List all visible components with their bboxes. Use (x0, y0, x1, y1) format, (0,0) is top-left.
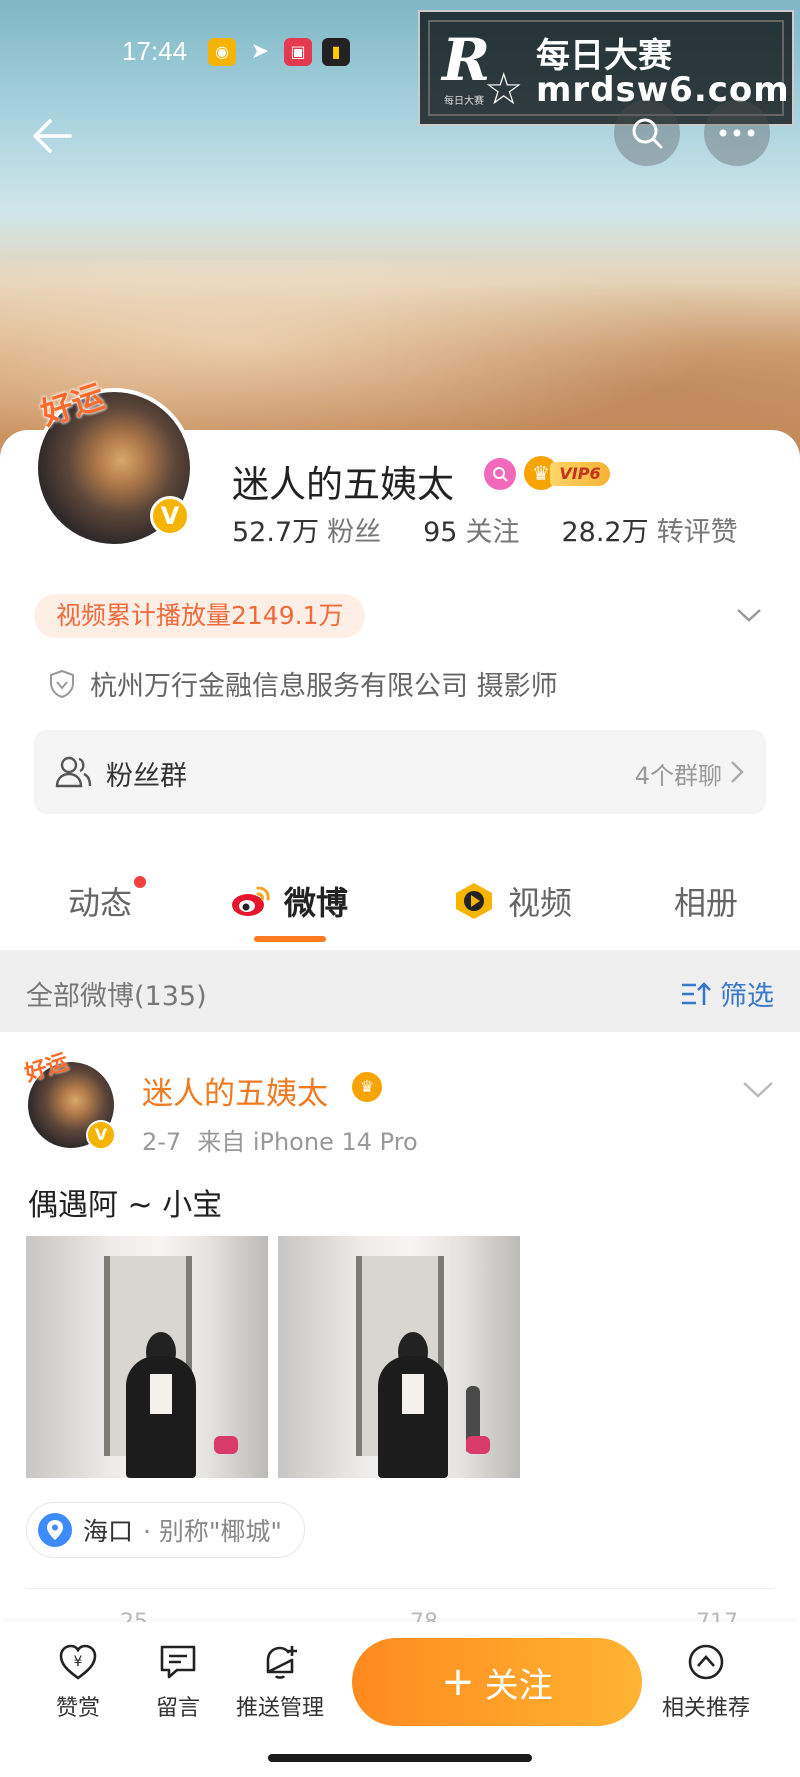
video-plays-badge[interactable]: 视频累计播放量2149.1万 (34, 594, 366, 638)
company-text: 杭州万行金融信息服务有限公司 摄影师 (90, 671, 558, 702)
fans-group-count: 4个群聊 (634, 762, 722, 790)
watermark-star-icon: ☆ (484, 64, 524, 115)
image-toy (214, 1436, 238, 1454)
weibo-notify-icon: ◉ (208, 38, 236, 66)
watermark-logo-sub: 每日大赛 (444, 96, 484, 107)
related-label: 相关推荐 (661, 1696, 750, 1721)
post-image[interactable] (26, 1236, 268, 1478)
all-posts-count[interactable]: 全部微博(135) (26, 974, 207, 1013)
reward-button[interactable]: ¥ 赞赏 (28, 1642, 128, 1722)
app-notify-icon: ▣ (284, 38, 312, 66)
search-small-icon (493, 467, 508, 482)
tab-label: 视频 (508, 884, 573, 922)
company-info: 杭州万行金融信息服务有限公司 摄影师 (48, 664, 558, 703)
reward-label: 赞赏 (55, 1696, 100, 1721)
fans-group-row[interactable]: 粉丝群 4个群聊 (34, 730, 766, 814)
svg-text:¥: ¥ (74, 1654, 83, 1670)
image-toy (466, 1436, 490, 1454)
stat-value: 52.7万 (232, 517, 320, 548)
push-label: 推送管理 (235, 1696, 324, 1721)
search-icon (632, 118, 663, 149)
stat-value: 95 (423, 517, 458, 548)
stat-value: 28.2万 (561, 517, 649, 548)
plus-icon: + (441, 1659, 475, 1705)
verified-badge: V (150, 496, 190, 536)
filter-label: 筛选 (720, 981, 774, 1012)
active-tab-indicator (254, 936, 326, 942)
profile-stats: 52.7万 粉丝 95 关注 28.2万 转评赞 (232, 510, 780, 549)
post-meta: 2-7 来自 iPhone 14 Pro (142, 1122, 418, 1157)
crown-icon: ♛ (352, 1072, 382, 1102)
tab-label: 动态 (68, 884, 133, 922)
reward-heart-icon: ¥ (59, 1644, 97, 1680)
tab-weibo[interactable]: 微博 (230, 878, 349, 942)
tab-label: 微博 (284, 884, 349, 922)
vip-badge[interactable]: ♛ VIP6 (524, 456, 610, 490)
stat-label: 粉丝 (327, 517, 382, 548)
more-button[interactable] (704, 100, 770, 166)
post-source: 来自 iPhone 14 Pro (197, 1128, 418, 1156)
video-icon (456, 883, 492, 919)
post-date: 2-7 (142, 1128, 182, 1156)
comment-icon (160, 1645, 196, 1679)
follow-button[interactable]: + 关注 (352, 1638, 642, 1726)
search-button[interactable] (614, 100, 680, 166)
back-arrow-icon (33, 119, 72, 153)
expand-profile-button[interactable] (734, 600, 764, 630)
location-alias: · 别称"椰城" (143, 1517, 282, 1546)
filter-button[interactable]: 筛选 (680, 974, 774, 1013)
post-author[interactable]: 迷人的五姨太 (142, 1068, 328, 1113)
post-verified-badge: V (86, 1120, 116, 1150)
watermark-logo: R (442, 26, 491, 94)
profile-avatar[interactable]: 好运 V (34, 377, 200, 554)
stat-fans[interactable]: 52.7万 粉丝 (232, 510, 381, 549)
people-icon (55, 756, 92, 788)
post-image[interactable] (278, 1236, 520, 1478)
unread-dot (134, 876, 147, 888)
location-tag[interactable]: 海口 · 别称"椰城" (26, 1502, 305, 1558)
super-topic-icon[interactable] (484, 458, 516, 490)
bell-plus-icon (266, 1646, 297, 1679)
shield-icon (50, 669, 74, 698)
weibo-logo-icon (232, 886, 270, 916)
image-figure-shirt (150, 1374, 172, 1414)
telegram-icon: ➤ (250, 39, 270, 64)
stat-label: 转评赞 (656, 517, 738, 548)
location-name: 海口 (83, 1517, 134, 1546)
feed-filter-bar: 全部微博(135) 筛选 (0, 950, 800, 1032)
post-text: 偶遇阿 ~ 小宝 (28, 1188, 223, 1223)
vip-level: VIP6 (550, 462, 610, 486)
chevron-right-icon (731, 761, 744, 783)
tab-video[interactable]: 视频 (452, 878, 572, 924)
push-settings-button[interactable]: 推送管理 (230, 1642, 330, 1722)
chevron-down-icon[interactable] (742, 1080, 774, 1100)
filter-icon (682, 981, 711, 1005)
image-figure-shirt (402, 1374, 424, 1414)
more-icon (719, 129, 755, 137)
tab-dongtai[interactable]: 动态 (68, 876, 147, 924)
tab-album[interactable]: 相册 (674, 878, 738, 924)
app-notify-icon-2: ▮ (322, 38, 350, 66)
stat-label: 关注 (465, 517, 520, 548)
chevron-down-icon (737, 609, 761, 622)
post-divider (26, 1588, 774, 1589)
follow-label: 关注 (484, 1665, 553, 1706)
fans-group-label: 粉丝群 (106, 761, 187, 792)
stat-following[interactable]: 95 关注 (423, 510, 519, 549)
status-time: 17:44 (122, 36, 188, 66)
profile-tabs: 动态 微博 视频 相册 (0, 870, 800, 942)
profile-name: 迷人的五姨太 (232, 463, 454, 506)
related-recommend-button[interactable]: 相关推荐 (656, 1642, 756, 1722)
location-pin-icon (38, 1513, 72, 1547)
tab-label: 相册 (674, 884, 739, 922)
status-notification-icons: ◉ ➤ ▣ ▮ (208, 38, 350, 66)
weibo-post[interactable]: 好运 V 迷人的五姨太 ♛ 2-7 来自 iPhone 14 Pro 偶遇阿 ~ … (0, 1032, 800, 1592)
bottom-action-bar: ¥ 赞赏 留言 推送管理 + 关注 相关推荐 (0, 1622, 800, 1777)
message-label: 留言 (155, 1696, 200, 1721)
home-indicator (268, 1754, 532, 1762)
stat-interactions[interactable]: 28.2万 转评赞 (561, 510, 737, 549)
message-button[interactable]: 留言 (128, 1642, 228, 1722)
back-button[interactable] (26, 110, 78, 162)
chevron-up-circle-icon (688, 1644, 724, 1680)
